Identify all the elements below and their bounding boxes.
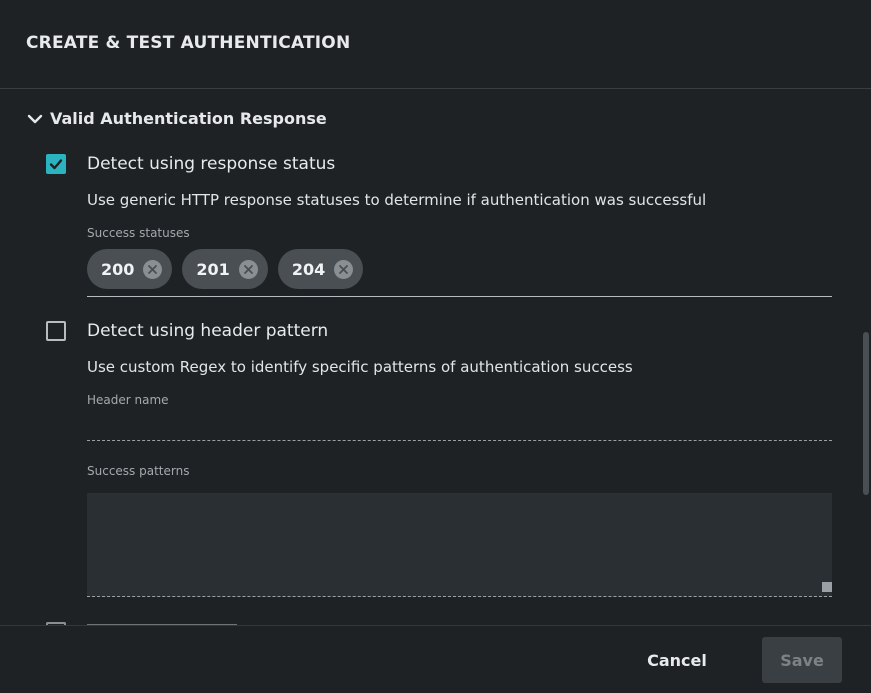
option-response-status: Detect using response status bbox=[46, 154, 335, 174]
remove-chip-icon[interactable] bbox=[334, 259, 354, 279]
success-statuses-chips[interactable]: 200 201 204 bbox=[87, 249, 832, 297]
success-statuses-label: Success statuses bbox=[87, 226, 190, 240]
dialog-content: Valid Authentication Response Detect usi… bbox=[0, 90, 860, 625]
header-name-input[interactable] bbox=[87, 412, 832, 441]
remove-chip-icon[interactable] bbox=[238, 259, 258, 279]
success-patterns-textarea[interactable] bbox=[87, 493, 832, 597]
section-title: Valid Authentication Response bbox=[50, 109, 327, 128]
success-patterns-label: Success patterns bbox=[87, 464, 190, 478]
status-chip-label: 200 bbox=[101, 259, 135, 279]
resize-handle-icon[interactable] bbox=[822, 582, 832, 592]
response-status-description: Use generic HTTP response statuses to de… bbox=[87, 191, 707, 209]
response-status-checkbox[interactable] bbox=[46, 154, 66, 174]
response-status-label[interactable]: Detect using response status bbox=[87, 154, 335, 174]
chevron-down-icon bbox=[27, 114, 43, 123]
content-scrollbar[interactable] bbox=[860, 90, 871, 625]
dialog-footer: Cancel Save bbox=[0, 625, 871, 693]
status-chip-label: 201 bbox=[196, 259, 230, 279]
checkmark-icon bbox=[49, 159, 63, 170]
remove-chip-icon[interactable] bbox=[143, 259, 163, 279]
header-pattern-description: Use custom Regex to identify specific pa… bbox=[87, 358, 633, 376]
dialog-title: CREATE & TEST AUTHENTICATION bbox=[26, 33, 351, 53]
save-button[interactable]: Save bbox=[762, 637, 842, 683]
status-chip-label: 204 bbox=[291, 259, 326, 279]
status-chip: 200 bbox=[87, 249, 173, 289]
scrollbar-thumb[interactable] bbox=[863, 332, 869, 495]
option-header-pattern: Detect using header pattern bbox=[46, 321, 328, 341]
header-pattern-checkbox[interactable] bbox=[46, 321, 66, 341]
status-chip: 201 bbox=[182, 249, 268, 289]
cancel-button[interactable]: Cancel bbox=[634, 638, 720, 682]
dialog-header: CREATE & TEST AUTHENTICATION bbox=[0, 0, 871, 89]
status-chip: 204 bbox=[277, 249, 364, 289]
authentication-dialog: CREATE & TEST AUTHENTICATION Valid Authe… bbox=[0, 0, 871, 693]
section-toggle-valid-auth-response[interactable]: Valid Authentication Response bbox=[26, 109, 327, 128]
header-pattern-label[interactable]: Detect using header pattern bbox=[87, 321, 328, 341]
header-name-label: Header name bbox=[87, 393, 169, 407]
